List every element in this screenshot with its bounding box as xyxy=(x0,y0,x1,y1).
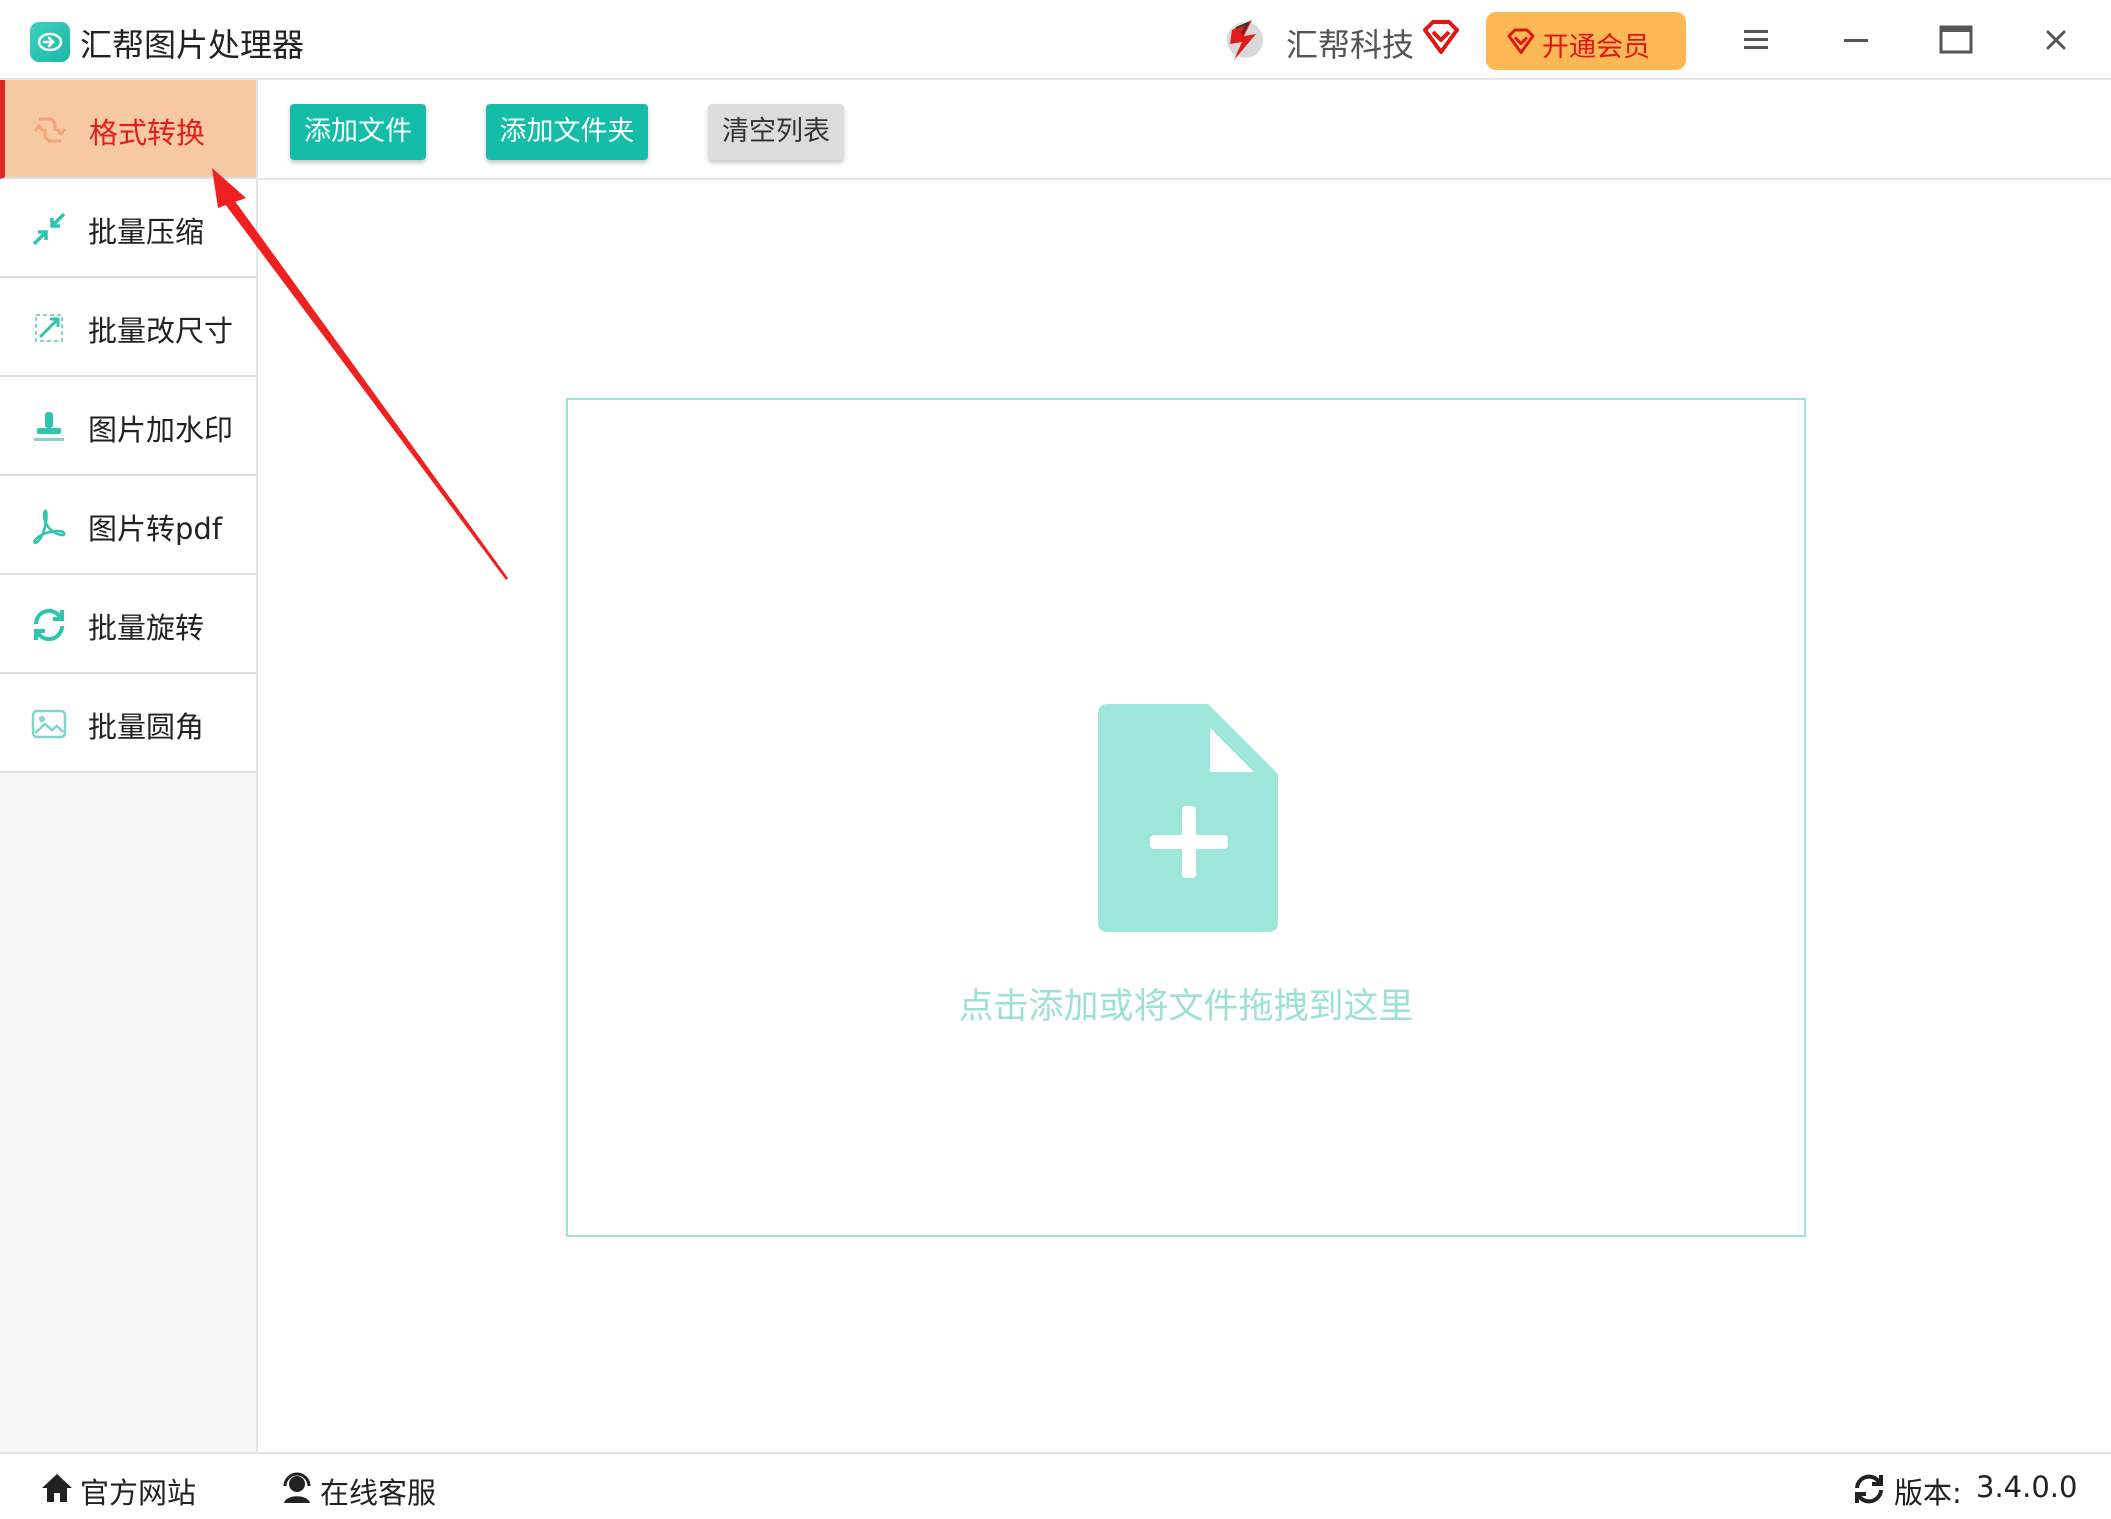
file-drop-zone[interactable]: 点击添加或将文件拖拽到这里 xyxy=(566,398,1806,1237)
maximize-icon[interactable] xyxy=(1936,22,1976,58)
add-file-icon xyxy=(1098,704,1278,932)
menu-icon[interactable] xyxy=(1736,22,1776,58)
sidebar-item-label: 图片转pdf xyxy=(88,512,223,546)
version-label: 版本: xyxy=(1894,1476,1962,1510)
sidebar-item-round-corner[interactable]: 批量圆角 xyxy=(0,674,256,773)
drop-hint-text: 点击添加或将文件拖拽到这里 xyxy=(958,987,1414,1027)
brand-name: 汇帮科技 xyxy=(1286,26,1415,64)
title-bar: 汇帮图片处理器 汇帮科技 开通会员 xyxy=(0,0,2111,80)
customer-service-icon xyxy=(283,1472,311,1503)
watermark-icon xyxy=(34,412,64,441)
sidebar: 格式转换 批量压缩 批量改尺寸 图片加水印 图片转pdf 批量旋转 批量圆角 xyxy=(0,80,258,1452)
app-title: 汇帮图片处理器 xyxy=(80,26,305,64)
home-icon xyxy=(42,1474,72,1502)
status-bar: 官方网站 在线客服 版本: 3.4.0.0 xyxy=(0,1452,2111,1519)
sidebar-item-label: 批量压缩 xyxy=(88,215,205,249)
format-convert-icon xyxy=(33,117,67,143)
diamond-icon xyxy=(1507,28,1535,54)
image-corner-icon xyxy=(31,709,67,739)
refresh-icon xyxy=(1855,1474,1883,1504)
official-website-label: 官方网站 xyxy=(80,1476,197,1510)
compress-icon xyxy=(32,212,66,246)
version-number: 3.4.0.0 xyxy=(1976,1470,2078,1504)
sidebar-item-rotate[interactable]: 批量旋转 xyxy=(0,575,256,674)
brand-logo-icon xyxy=(1227,20,1263,60)
add-file-button[interactable]: 添加文件 xyxy=(290,104,426,160)
sidebar-item-label: 批量圆角 xyxy=(88,710,205,744)
minimize-icon[interactable] xyxy=(1836,22,1876,58)
rotate-icon xyxy=(33,608,65,642)
toolbar: 添加文件 添加文件夹 清空列表 xyxy=(258,80,2111,180)
sidebar-item-label: 图片加水印 xyxy=(88,413,234,447)
online-service-label: 在线客服 xyxy=(320,1476,437,1510)
sidebar-item-watermark[interactable]: 图片加水印 xyxy=(0,377,256,476)
sidebar-item-label: 批量旋转 xyxy=(88,611,205,645)
resize-icon xyxy=(35,314,63,342)
sidebar-item-label: 格式转换 xyxy=(89,116,206,150)
vip-button[interactable]: 开通会员 xyxy=(1486,12,1686,70)
sidebar-item-resize[interactable]: 批量改尺寸 xyxy=(0,278,256,377)
pdf-icon xyxy=(33,509,66,544)
vip-label: 开通会员 xyxy=(1542,32,1650,63)
sidebar-item-pdf[interactable]: 图片转pdf xyxy=(0,476,256,575)
sidebar-item-compress[interactable]: 批量压缩 xyxy=(0,179,256,278)
app-logo-icon xyxy=(30,22,70,62)
sidebar-item-label: 批量改尺寸 xyxy=(88,314,234,348)
diamond-icon xyxy=(1423,20,1459,54)
close-icon[interactable] xyxy=(2036,22,2076,58)
sidebar-item-format-convert[interactable]: 格式转换 xyxy=(0,80,256,179)
add-folder-button[interactable]: 添加文件夹 xyxy=(486,104,648,160)
clear-list-button[interactable]: 清空列表 xyxy=(708,104,844,160)
